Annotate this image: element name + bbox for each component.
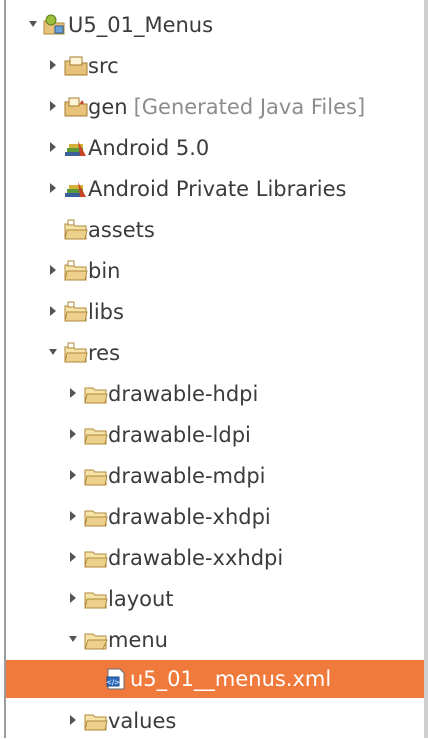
folder-icon	[84, 547, 108, 569]
svg-text:</>: </>	[106, 679, 120, 687]
folder-icon	[84, 383, 108, 405]
folder-icon	[84, 465, 108, 487]
tree-item-android-5[interactable]: Android 5.0	[6, 129, 424, 167]
chevron-right-icon[interactable]	[48, 305, 58, 317]
source-folder-icon	[64, 55, 88, 77]
folder-icon	[64, 301, 88, 323]
chevron-down-icon[interactable]	[28, 18, 38, 30]
chevron-down-icon[interactable]	[68, 633, 78, 645]
generated-source-folder-icon	[64, 96, 88, 118]
chevron-right-icon[interactable]	[68, 387, 78, 399]
tree-item-project[interactable]: U5_01_Menus	[6, 6, 424, 44]
tree-item-label: drawable-xxhdpi	[108, 546, 284, 570]
folder-icon	[84, 506, 108, 528]
folder-icon	[84, 588, 108, 610]
tree-item-label: drawable-hdpi	[108, 382, 259, 406]
tree-item-layout[interactable]: layout	[6, 580, 424, 618]
tree-item-label: layout	[108, 587, 174, 611]
tree-item-label: values	[108, 709, 177, 733]
tree-item-drawable-ldpi[interactable]: drawable-ldpi	[6, 416, 424, 454]
tree-item-src[interactable]: src	[6, 47, 424, 85]
library-container-icon	[64, 178, 88, 200]
tree-item-decoration: [Generated Java Files]	[133, 95, 366, 119]
tree-item-android-private-libraries[interactable]: Android Private Libraries	[6, 170, 424, 208]
chevron-right-icon[interactable]	[68, 551, 78, 563]
chevron-right-icon[interactable]	[48, 264, 58, 276]
tree-item-label: src	[88, 54, 119, 78]
chevron-right-icon[interactable]	[68, 428, 78, 440]
chevron-down-icon[interactable]	[48, 346, 58, 358]
tree-item-name: gen	[88, 95, 128, 119]
tree-item-label: gen [Generated Java Files]	[88, 93, 365, 121]
tree-item-label: u5_01__menus.xml	[130, 667, 332, 691]
tree-item-menus-xml[interactable]: </> u5_01__menus.xml	[6, 660, 424, 698]
library-container-icon	[64, 137, 88, 159]
chevron-right-icon[interactable]	[68, 714, 78, 726]
tree-item-label: libs	[88, 300, 124, 324]
tree-item-bin[interactable]: bin	[6, 252, 424, 290]
folder-open-icon	[84, 629, 108, 651]
folder-icon	[64, 219, 88, 241]
tree-item-label: U5_01_Menus	[68, 13, 214, 37]
folder-icon	[84, 424, 108, 446]
tree-item-label: drawable-xhdpi	[108, 505, 271, 529]
chevron-right-icon[interactable]	[68, 469, 78, 481]
folder-icon	[84, 710, 108, 732]
tree-item-assets[interactable]: assets	[6, 211, 424, 249]
tree-item-drawable-hdpi[interactable]: drawable-hdpi	[6, 375, 424, 413]
folder-icon	[64, 260, 88, 282]
tree-item-label: assets	[88, 218, 155, 242]
tree-item-res[interactable]: res	[6, 334, 424, 372]
chevron-right-icon[interactable]	[48, 141, 58, 153]
chevron-right-icon[interactable]	[48, 100, 58, 112]
tree-item-label: res	[88, 341, 121, 365]
tree-item-label: bin	[88, 259, 121, 283]
tree-item-drawable-xhdpi[interactable]: drawable-xhdpi	[6, 498, 424, 536]
tree-item-gen[interactable]: gen [Generated Java Files]	[6, 88, 424, 126]
android-project-icon	[42, 14, 66, 36]
tree-item-values[interactable]: values	[6, 702, 424, 740]
xml-file-icon: </>	[104, 668, 128, 690]
chevron-right-icon[interactable]	[48, 59, 58, 71]
tree-item-drawable-xxhdpi[interactable]: drawable-xxhdpi	[6, 539, 424, 577]
tree-item-libs[interactable]: libs	[6, 293, 424, 331]
tree-item-label: Android Private Libraries	[88, 177, 347, 201]
tree-item-label: menu	[108, 628, 168, 652]
package-explorer-tree: U5_01_Menus src gen [Generated Java Files…	[6, 0, 424, 738]
tree-item-label: Android 5.0	[88, 136, 210, 160]
tree-item-label: drawable-ldpi	[108, 423, 251, 447]
tree-item-label: drawable-mdpi	[108, 464, 266, 488]
chevron-right-icon[interactable]	[48, 182, 58, 194]
folder-icon	[64, 342, 88, 364]
tree-item-menu[interactable]: menu	[6, 621, 424, 659]
panel-scrollbar[interactable]	[424, 0, 428, 738]
chevron-right-icon[interactable]	[68, 510, 78, 522]
tree-item-drawable-mdpi[interactable]: drawable-mdpi	[6, 457, 424, 495]
chevron-right-icon[interactable]	[68, 592, 78, 604]
